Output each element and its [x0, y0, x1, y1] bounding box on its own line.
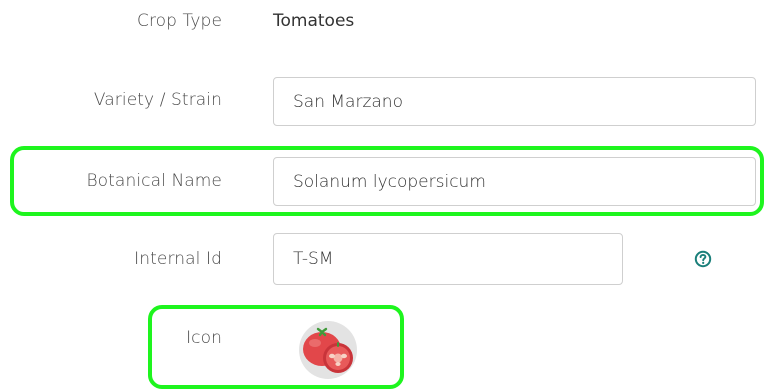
- crop-type-label: Crop Type: [136, 11, 222, 31]
- crop-type-value: Tomatoes: [273, 11, 355, 31]
- internal-id-label: Internal Id: [134, 249, 222, 269]
- variety-label: Variety / Strain: [93, 90, 222, 110]
- internal-id-input[interactable]: [273, 233, 623, 285]
- crop-form: Crop Type Tomatoes Variety / Strain Bota…: [0, 0, 764, 389]
- icon-label: Icon: [186, 328, 222, 348]
- variety-input[interactable]: [273, 77, 756, 126]
- botanical-name-label: Botanical Name: [86, 171, 222, 191]
- tomato-icon[interactable]: [298, 320, 358, 380]
- question-circle-icon[interactable]: [694, 250, 712, 268]
- botanical-name-input[interactable]: [273, 157, 756, 206]
